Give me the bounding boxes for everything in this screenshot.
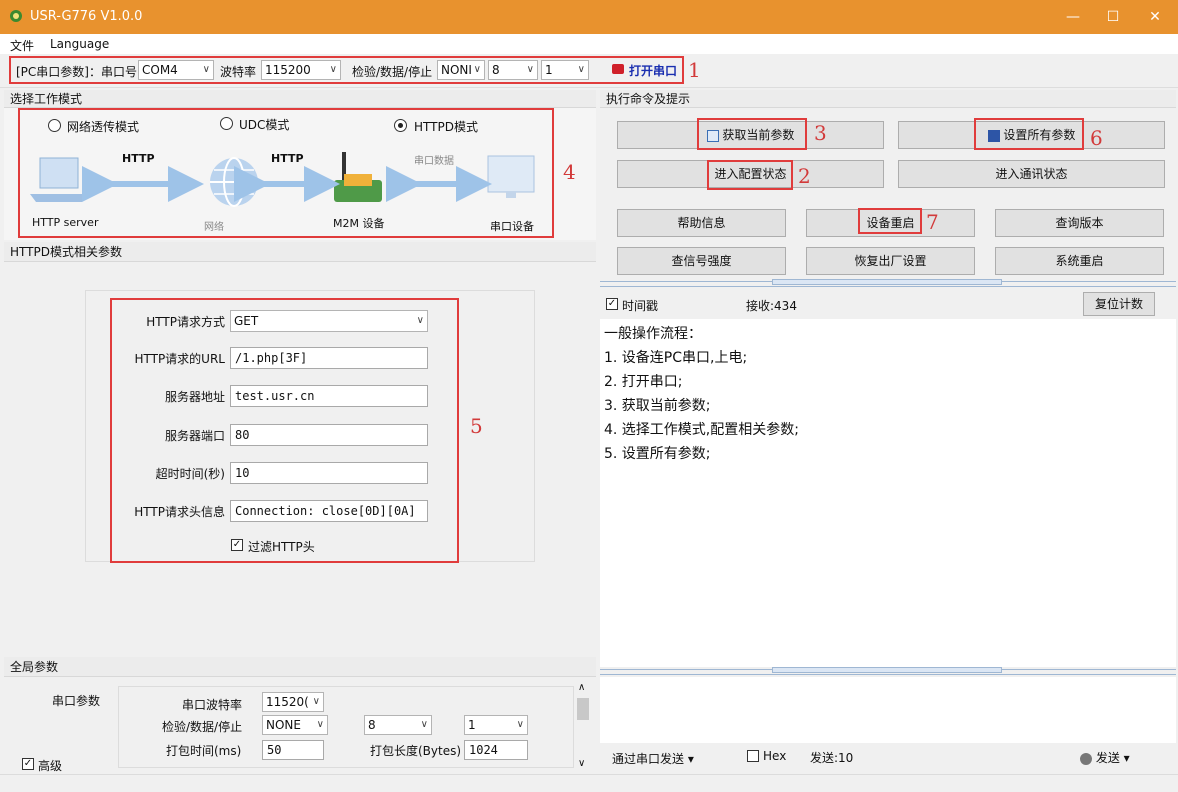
sent-count: 发送:10 bbox=[810, 751, 854, 765]
annotation-box-4 bbox=[18, 108, 554, 238]
scroll-down-icon[interactable]: ∨ bbox=[578, 758, 585, 769]
log-line: 4. 选择工作模式,配置相关参数; bbox=[604, 422, 799, 438]
annotation-1: 1 bbox=[688, 58, 701, 82]
title-bar: USR-G776 V1.0.0 — ☐ ✕ bbox=[0, 0, 1178, 34]
help-button[interactable]: 帮助信息 bbox=[617, 209, 786, 237]
global-stopbits-select[interactable]: 1 ∨ bbox=[464, 715, 528, 735]
reset-count-button[interactable]: 复位计数 bbox=[1083, 292, 1155, 316]
recv-count: 接收:434 bbox=[746, 299, 797, 313]
menu-file[interactable]: 文件 bbox=[10, 37, 34, 54]
advanced-checkbox[interactable]: ✓ bbox=[22, 758, 34, 770]
send-icon bbox=[1080, 752, 1092, 765]
log-line: 3. 获取当前参数; bbox=[604, 398, 711, 414]
annotation-5: 5 bbox=[470, 414, 483, 438]
pack-time-label: 打包时间(ms) bbox=[166, 744, 242, 758]
timestamp-label: 时间戳 bbox=[622, 299, 659, 313]
send-button[interactable]: 发送 ▾ bbox=[1080, 749, 1130, 766]
splitter-top-handle[interactable] bbox=[772, 279, 1002, 285]
httpd-header: HTTPD模式相关参数 bbox=[4, 242, 596, 262]
commands-header: 执行命令及提示 bbox=[600, 90, 1176, 108]
log-line: 1. 设备连PC串口,上电; bbox=[604, 350, 748, 366]
pack-time-input[interactable]: 50 bbox=[262, 740, 324, 760]
hex-checkbox[interactable] bbox=[747, 750, 759, 762]
annotation-3: 3 bbox=[814, 121, 827, 145]
timestamp-checkbox[interactable]: ✓ bbox=[606, 298, 618, 310]
status-bar bbox=[0, 774, 1178, 792]
annotation-box-3 bbox=[697, 118, 807, 150]
annotation-box-5 bbox=[110, 298, 459, 563]
annotation-box-2 bbox=[707, 160, 793, 190]
send-mode-dropdown[interactable]: 通过串口发送 ▾ bbox=[612, 750, 694, 767]
menu-language[interactable]: Language bbox=[50, 37, 109, 51]
send-input[interactable] bbox=[600, 677, 1176, 743]
pack-len-input[interactable]: 1024 bbox=[464, 740, 528, 760]
global-scrollbar[interactable]: ∧ ∨ bbox=[576, 682, 590, 772]
splitter-bottom[interactable] bbox=[600, 667, 1176, 675]
annotation-4: 4 bbox=[563, 160, 576, 184]
maximize-button[interactable]: ☐ bbox=[1098, 4, 1128, 30]
annotation-2: 2 bbox=[798, 164, 811, 188]
query-version-button[interactable]: 查询版本 bbox=[995, 209, 1164, 237]
serial-params-label: 串口参数 bbox=[52, 694, 101, 708]
annotation-7: 7 bbox=[926, 210, 939, 234]
hex-label: Hex bbox=[763, 749, 787, 763]
global-baud-label: 串口波特率 bbox=[182, 698, 243, 712]
log-line: 5. 设置所有参数; bbox=[604, 446, 711, 462]
scroll-thumb[interactable] bbox=[577, 698, 589, 720]
annotation-box-6 bbox=[974, 118, 1084, 150]
minimize-button[interactable]: — bbox=[1058, 4, 1088, 30]
annotation-6: 6 bbox=[1090, 126, 1103, 150]
pack-len-label: 打包长度(Bytes) bbox=[370, 744, 462, 758]
splitter-bottom-handle[interactable] bbox=[772, 667, 1002, 673]
log-line: 2. 打开串口; bbox=[604, 374, 683, 390]
menu-bar: 文件 Language bbox=[0, 34, 1178, 54]
annotation-box-1 bbox=[9, 56, 684, 84]
global-parity-select[interactable]: NONE ∨ bbox=[262, 715, 328, 735]
query-signal-button[interactable]: 查信号强度 bbox=[617, 247, 786, 275]
global-baud-select[interactable]: 11520(∨ bbox=[262, 692, 324, 712]
log-line: 一般操作流程： bbox=[604, 326, 702, 342]
scroll-up-icon[interactable]: ∧ bbox=[578, 682, 585, 693]
global-databits-select[interactable]: 8 ∨ bbox=[364, 715, 432, 735]
global-header: 全局参数 bbox=[4, 657, 596, 677]
log-panel[interactable]: 一般操作流程： 1. 设备连PC串口,上电; 2. 打开串口; 3. 获取当前参… bbox=[600, 319, 1176, 667]
system-restart-button[interactable]: 系统重启 bbox=[995, 247, 1164, 275]
global-parity-label: 检验/数据/停止 bbox=[162, 720, 243, 734]
factory-reset-button[interactable]: 恢复出厂设置 bbox=[806, 247, 975, 275]
splitter-top[interactable] bbox=[600, 279, 1176, 287]
enter-comm-button[interactable]: 进入通讯状态 bbox=[898, 160, 1165, 188]
window-title: USR-G776 V1.0.0 bbox=[30, 9, 143, 24]
app-icon bbox=[10, 10, 22, 22]
close-button[interactable]: ✕ bbox=[1140, 4, 1170, 30]
annotation-box-7 bbox=[858, 208, 922, 234]
workmode-header: 选择工作模式 bbox=[4, 90, 596, 108]
advanced-label: 高级 bbox=[38, 759, 63, 773]
